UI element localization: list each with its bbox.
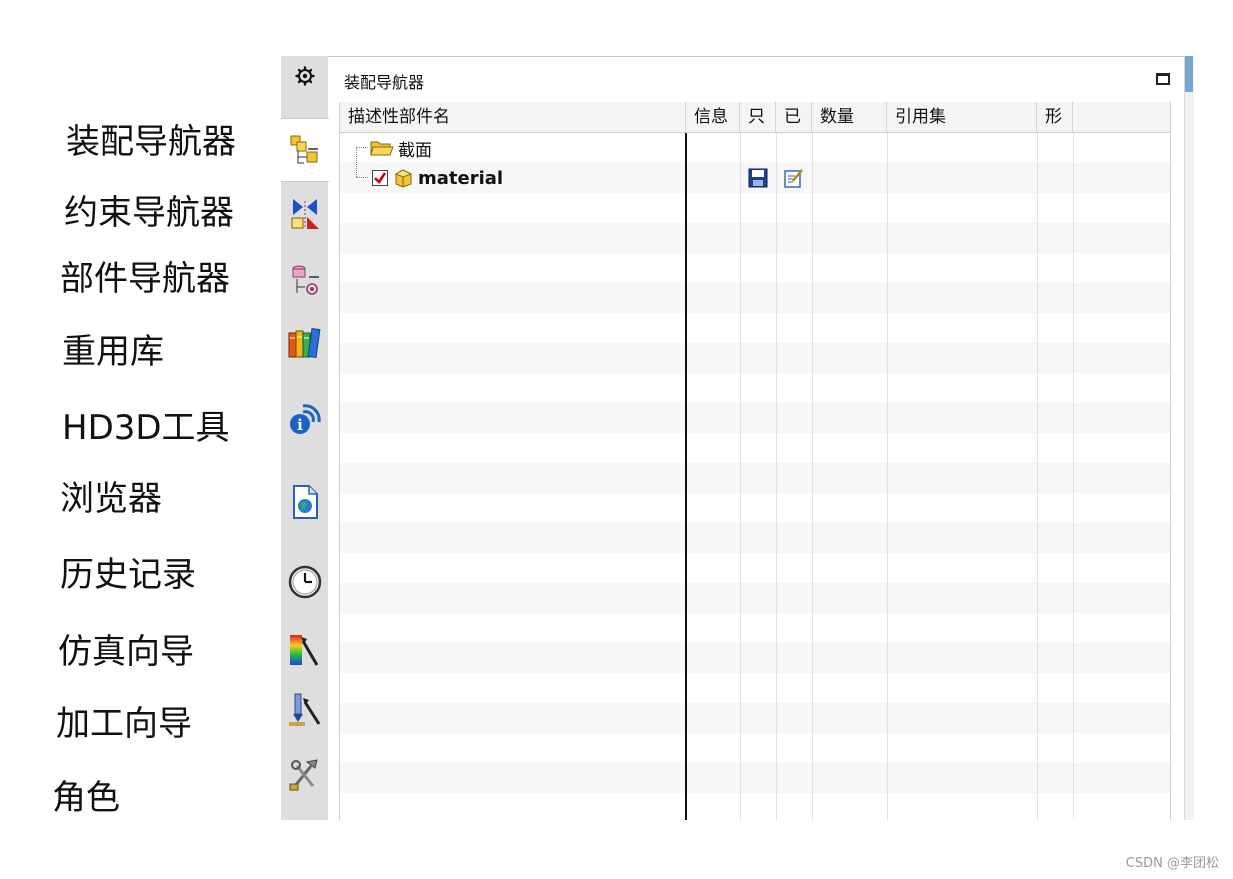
- folder-icon: [370, 141, 394, 156]
- label-manufacturing-wizard: 加工向导: [56, 704, 192, 744]
- tab-manufacturing-wizard[interactable]: [281, 680, 328, 740]
- table-body: [340, 133, 1170, 820]
- col-header-shape[interactable]: 形: [1037, 102, 1073, 132]
- label-hd3d-tools: HD3D工具: [62, 408, 230, 448]
- gear-icon[interactable]: [294, 66, 315, 86]
- table-row[interactable]: [340, 133, 1170, 163]
- visibility-checkbox[interactable]: [372, 170, 388, 186]
- label-history: 历史记录: [60, 555, 196, 595]
- label-assembly-navigator: 装配导航器: [66, 122, 236, 162]
- table-header: 描述性部件名 信息 只 已 数量 引用集 形: [340, 102, 1170, 133]
- tab-simulation-wizard[interactable]: [281, 620, 328, 680]
- constraint-navigator-icon: [291, 199, 319, 229]
- screenshot: 装配导航器 约束导航器 部件导航器 重用库 HD3D工具 浏览器 历史记录 仿真…: [0, 0, 1233, 879]
- label-reuse-library: 重用库: [62, 332, 164, 372]
- save-disk-icon: [748, 168, 768, 188]
- col-header-modified[interactable]: 已: [776, 102, 812, 132]
- tree-node-label: material: [418, 167, 504, 189]
- assembly-table: 描述性部件名 信息 只 已 数量 引用集 形 截面 material: [339, 102, 1171, 820]
- label-simulation-wizard: 仿真向导: [58, 632, 194, 672]
- edit-note-icon: [784, 169, 803, 188]
- col-header-reference-set[interactable]: 引用集: [887, 102, 1037, 132]
- scrollbar-thumb[interactable]: [1185, 56, 1193, 92]
- tab-history[interactable]: [281, 552, 328, 612]
- col-header-name[interactable]: 描述性部件名: [340, 102, 686, 132]
- resource-bar: i: [281, 56, 329, 820]
- tree-node-label: 截面: [398, 140, 432, 161]
- tab-reuse-library[interactable]: [281, 312, 328, 372]
- col-header-readonly[interactable]: 只: [740, 102, 776, 132]
- readonly-cell[interactable]: [748, 168, 768, 188]
- tab-part-navigator[interactable]: [281, 250, 328, 310]
- modified-cell[interactable]: [784, 168, 804, 188]
- label-constraint-navigator: 约束导航器: [64, 193, 234, 233]
- panel-title: 装配导航器: [344, 73, 425, 92]
- tree-node-section[interactable]: 截面: [370, 133, 432, 163]
- label-roles: 角色: [52, 778, 120, 818]
- hd3d-tools-icon: i: [289, 404, 321, 434]
- label-part-navigator: 部件导航器: [60, 259, 230, 299]
- roles-icon: [289, 759, 318, 791]
- tree-node-material[interactable]: material: [372, 163, 503, 193]
- tab-roles[interactable]: [281, 744, 328, 804]
- tab-web-browser[interactable]: [281, 472, 328, 532]
- watermark: CSDN @李团松: [1125, 856, 1219, 871]
- simulation-wizard-icon: [289, 635, 318, 666]
- assembly-navigator-icon: [290, 135, 318, 164]
- part-navigator-icon: [292, 265, 319, 295]
- col-header-info[interactable]: 信息: [686, 102, 740, 132]
- reuse-library-icon: [288, 328, 320, 358]
- label-browser: 浏览器: [60, 479, 162, 519]
- tab-hd3d-tools[interactable]: i: [281, 390, 328, 450]
- check-icon: [374, 172, 387, 185]
- maximize-icon[interactable]: [1156, 73, 1170, 85]
- part-cube-icon: [394, 169, 413, 188]
- tab-assembly-navigator[interactable]: [281, 118, 329, 182]
- manufacturing-wizard-icon: [288, 693, 320, 726]
- tab-constraint-navigator[interactable]: [281, 184, 328, 244]
- resource-bar-settings[interactable]: [281, 56, 328, 96]
- history-icon: [288, 565, 321, 599]
- col-header-quantity[interactable]: 数量: [812, 102, 887, 132]
- web-browser-icon: [292, 485, 318, 519]
- panel-scrollbar[interactable]: [1184, 56, 1194, 820]
- svg-text:i: i: [297, 416, 303, 434]
